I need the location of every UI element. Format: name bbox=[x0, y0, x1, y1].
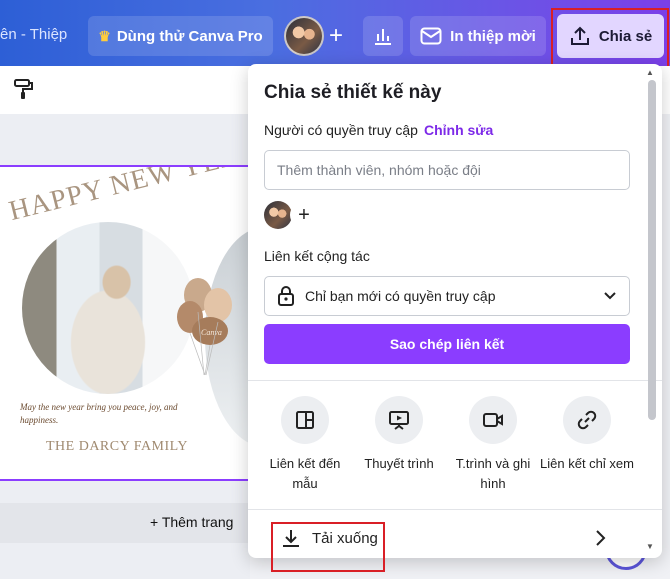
bar-chart-icon bbox=[375, 29, 391, 45]
print-invitation-button[interactable]: In thiệp mời bbox=[410, 16, 546, 56]
option-label: T.trình và ghi hình bbox=[455, 456, 531, 491]
user-avatar[interactable] bbox=[284, 16, 324, 56]
option-present[interactable]: Thuyết trình bbox=[352, 396, 446, 474]
try-canva-pro-label: Dùng thử Canva Pro bbox=[116, 27, 263, 45]
divider bbox=[248, 380, 662, 381]
scroll-down-arrow[interactable]: ▼ bbox=[646, 542, 654, 551]
option-present-record[interactable]: T.trình và ghi hình bbox=[446, 396, 540, 494]
download-highlight-box bbox=[271, 522, 385, 572]
add-member-icon[interactable]: + bbox=[290, 201, 318, 229]
share-highlight-box bbox=[551, 8, 669, 70]
add-page-button[interactable]: + Thêm trang bbox=[150, 514, 233, 530]
scrollbar[interactable] bbox=[648, 80, 656, 420]
chevron-right-icon bbox=[596, 530, 606, 546]
card-heading: HAPPY NEW YEAR bbox=[6, 165, 250, 228]
present-icon bbox=[389, 411, 409, 430]
copy-link-button[interactable]: Sao chép liên kết bbox=[264, 324, 630, 364]
access-edit-link[interactable]: Chỉnh sửa bbox=[424, 122, 493, 138]
balloons-illustration: Canva bbox=[177, 278, 232, 376]
balloon-text: Canva bbox=[201, 328, 222, 337]
link-icon bbox=[577, 410, 597, 430]
share-panel: Chia sẻ thiết kế này Người có quyền truy… bbox=[248, 64, 662, 558]
option-label: Liên kết đến mẫu bbox=[269, 456, 341, 491]
document-title[interactable]: ên - Thiệp bbox=[0, 26, 67, 43]
layout-icon bbox=[296, 411, 314, 429]
add-collaborator-icon[interactable]: + bbox=[322, 22, 350, 50]
print-invitation-label: In thiệp mời bbox=[450, 27, 536, 45]
envelope-icon bbox=[420, 27, 442, 45]
option-view-link[interactable]: Liên kết chỉ xem bbox=[540, 396, 634, 474]
access-row: Người có quyền truy cập Chỉnh sửa bbox=[264, 122, 493, 138]
add-member-input[interactable] bbox=[264, 150, 630, 190]
divider bbox=[248, 509, 662, 510]
paint-roller-icon[interactable] bbox=[12, 78, 34, 100]
scroll-up-arrow[interactable]: ▲ bbox=[646, 68, 654, 77]
family-photo bbox=[22, 222, 194, 394]
option-template-link[interactable]: Liên kết đến mẫu bbox=[258, 396, 352, 494]
option-label: Liên kết chỉ xem bbox=[540, 456, 634, 471]
card-family-name: THE DARCY FAMILY bbox=[46, 439, 188, 454]
try-canva-pro-button[interactable]: ♛ Dùng thử Canva Pro bbox=[88, 16, 273, 56]
collab-link-label: Liên kết cộng tác bbox=[264, 248, 370, 264]
share-panel-title: Chia sẻ thiết kế này bbox=[264, 82, 442, 103]
option-label: Thuyết trình bbox=[364, 456, 434, 471]
lock-icon bbox=[278, 286, 294, 306]
analytics-button[interactable] bbox=[363, 16, 403, 56]
member-avatar[interactable] bbox=[264, 201, 292, 229]
access-label: Người có quyền truy cập bbox=[264, 122, 418, 138]
card-message: May the new year bring you peace, joy, a… bbox=[20, 402, 178, 425]
link-access-value: Chỉ bạn mới có quyền truy cập bbox=[305, 288, 496, 304]
design-card[interactable]: HAPPY NEW YEAR Canva May the new year br… bbox=[0, 165, 250, 481]
crown-icon: ♛ bbox=[98, 27, 111, 44]
link-access-select[interactable]: Chỉ bạn mới có quyền truy cập bbox=[264, 276, 630, 316]
video-icon bbox=[483, 413, 503, 427]
chevron-down-icon bbox=[604, 292, 616, 300]
